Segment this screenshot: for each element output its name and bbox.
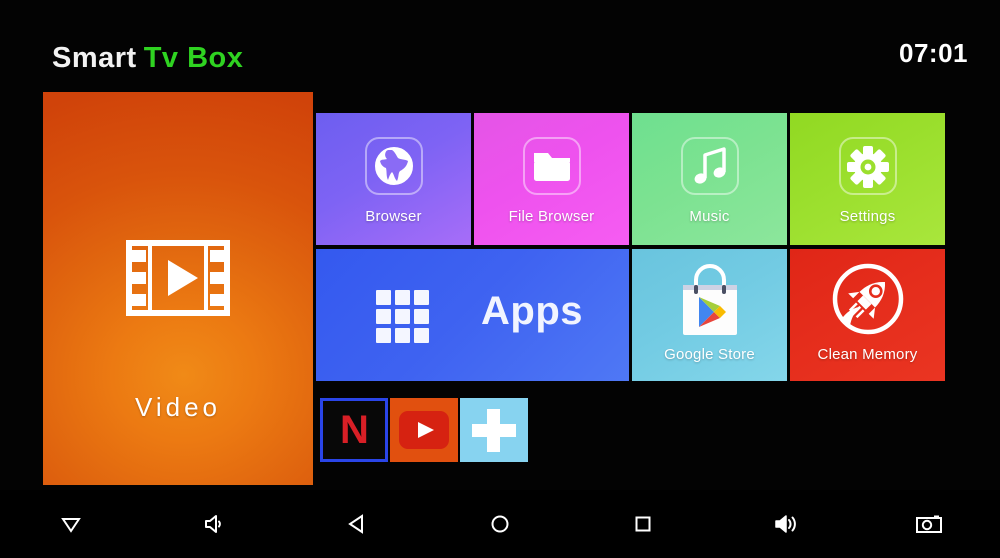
nav-recents-button[interactable] [571,490,714,558]
tile-video-label: Video [134,392,222,422]
tile-browser[interactable]: Browser [316,113,471,245]
gear-icon [846,146,889,188]
tile-settings-label: Settings [839,208,896,225]
tile-file-browser[interactable]: File Browser [474,113,629,245]
shortcut-netflix[interactable]: N [320,398,388,462]
plus-icon-vertical [487,409,500,452]
volume-low-icon [205,515,222,533]
music-note-icon [694,147,726,184]
tile-video[interactable]: Video [43,92,313,485]
tile-browser-label: Browser [365,208,422,225]
folder-icon [533,153,570,181]
tile-clean-memory[interactable]: Clean Memory [790,249,945,381]
nav-hide-bar-button[interactable] [0,490,143,558]
rocket-icon [832,263,903,335]
nav-volume-down-button[interactable] [143,490,286,558]
tile-clean-memory-label: Clean Memory [817,346,918,363]
tile-settings[interactable]: Settings [790,113,945,245]
tv-launcher-screen: Smart Tv Box 07:01 Video Browser File Br… [0,0,1000,558]
netflix-icon: N [340,408,369,452]
app-title-tvbox: Tv Box [143,42,244,74]
square-icon [635,516,651,532]
play-store-icon [682,264,737,335]
tile-google-store-label: Google Store [664,346,755,363]
film-play-icon [126,240,230,316]
tile-apps-label: Apps [481,289,583,333]
nav-screenshot-button[interactable] [857,490,1000,558]
tile-apps[interactable]: Apps [316,249,629,381]
nav-back-button[interactable] [286,490,429,558]
nav-volume-up-button[interactable] [714,490,857,558]
grid-apps-icon [376,290,433,343]
camera-icon [915,515,942,533]
circle-icon [491,515,509,533]
tile-music-label: Music [689,208,730,225]
volume-high-icon [774,515,796,533]
globe-icon [374,147,413,185]
navigation-bar [0,490,1000,558]
shortcut-add[interactable] [460,398,528,462]
clock: 07:01 [899,38,968,68]
app-title: Smart Tv Box [52,44,243,73]
header-bar: Smart Tv Box 07:01 [0,0,1000,90]
triangle-down-icon [61,518,82,533]
tile-google-store[interactable]: Google Store [632,249,787,381]
tile-file-browser-label: File Browser [508,208,595,225]
triangle-left-icon [348,514,364,534]
youtube-icon [399,411,449,449]
tile-music[interactable]: Music [632,113,787,245]
shortcut-youtube[interactable] [390,398,458,462]
nav-home-button[interactable] [429,490,572,558]
app-title-smart: Smart [52,42,137,74]
